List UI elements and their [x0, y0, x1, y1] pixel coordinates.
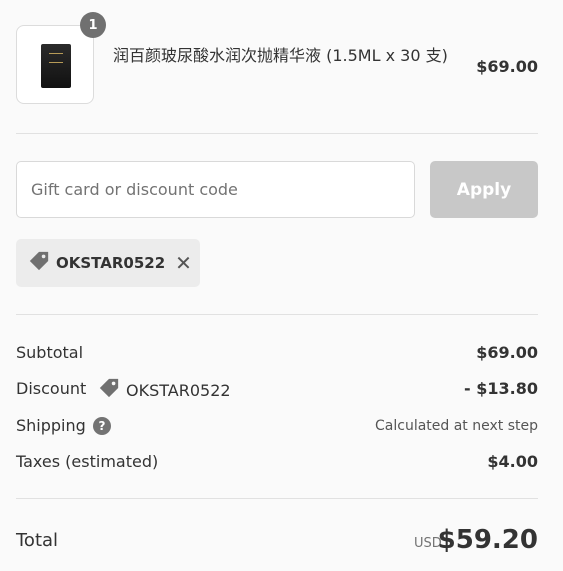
- apply-button[interactable]: Apply: [430, 161, 538, 218]
- quantity-badge: 1: [80, 12, 106, 38]
- total-label: Total: [16, 530, 59, 551]
- subtotal-value: $69.00: [476, 343, 538, 362]
- divider: [16, 314, 538, 315]
- applied-discount-tag: OKSTAR0522 ✕: [16, 239, 200, 287]
- divider: [16, 498, 538, 499]
- shipping-label: Shipping: [16, 416, 86, 435]
- subtotal-label: Subtotal: [16, 343, 84, 362]
- taxes-label: Taxes (estimated): [16, 452, 159, 471]
- taxes-value: $4.00: [487, 452, 538, 471]
- discount-code-text: OKSTAR0522: [126, 380, 231, 400]
- close-icon[interactable]: ✕: [175, 253, 192, 273]
- total-amount: $59.20: [437, 525, 538, 555]
- shipping-value: Calculated at next step: [375, 418, 538, 434]
- applied-discount-code: OKSTAR0522: [56, 254, 166, 272]
- discount-code-input[interactable]: [16, 161, 415, 218]
- discount-code-inline: OKSTAR0522: [98, 377, 231, 403]
- product-image: [41, 44, 71, 88]
- discount-label: Discount: [16, 379, 87, 398]
- product-price: $69.00: [476, 57, 538, 76]
- divider: [16, 133, 538, 134]
- tag-icon: [28, 250, 50, 276]
- question-circle-icon[interactable]: ?: [93, 417, 111, 435]
- product-name: 润百颜玻尿酸水润次抛精华液 (1.5ML x 30 支): [113, 46, 448, 65]
- product-thumbnail: [16, 25, 94, 104]
- discount-value: - $13.80: [464, 379, 538, 398]
- tag-icon: [98, 377, 120, 403]
